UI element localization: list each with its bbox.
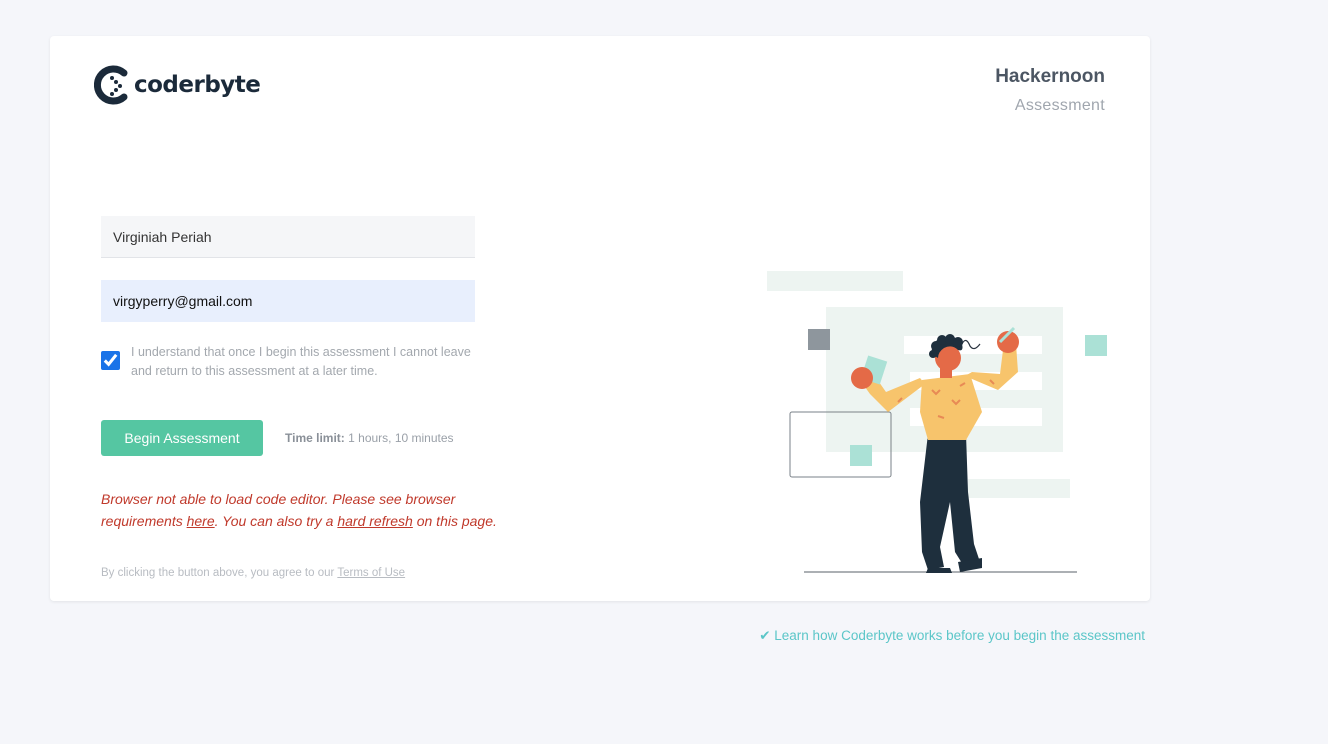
terms-prefix: By clicking the button above, you agree … xyxy=(101,567,338,579)
company-name: Hackernoon xyxy=(995,66,1105,87)
time-limit: Time limit: 1 hours, 10 minutes xyxy=(285,431,454,445)
logo-text: coderbyte xyxy=(134,72,261,98)
terms-notice: By clicking the button above, you agree … xyxy=(101,567,405,579)
coderbyte-logo-icon xyxy=(94,65,128,105)
time-limit-value: 1 hours, 10 minutes xyxy=(348,431,454,445)
company-header: Hackernoon Assessment xyxy=(995,66,1105,115)
email-field[interactable] xyxy=(101,280,475,322)
hard-refresh-link[interactable]: hard refresh xyxy=(337,513,412,529)
coderbyte-logo: coderbyte xyxy=(94,64,261,106)
error-text-3: on this page. xyxy=(412,513,497,529)
assessment-card: coderbyte Hackernoon Assessment I unders… xyxy=(50,36,1150,601)
terms-of-use-link[interactable]: Terms of Use xyxy=(337,567,405,579)
person-writing-illustration xyxy=(767,271,1107,573)
learn-how-coderbyte-works-link[interactable]: ✔ Learn how Coderbyte works before you b… xyxy=(759,628,1145,644)
agree-row: I understand that once I begin this asse… xyxy=(101,343,471,381)
agree-label[interactable]: I understand that once I begin this asse… xyxy=(131,343,471,381)
begin-assessment-button[interactable]: Begin Assessment xyxy=(101,420,263,456)
error-text-2: . You can also try a xyxy=(214,513,338,529)
company-subtitle: Assessment xyxy=(1014,97,1105,114)
browser-requirements-link[interactable]: here xyxy=(187,513,215,529)
name-field[interactable] xyxy=(101,216,475,258)
editor-error-message: Browser not able to load code editor. Pl… xyxy=(101,488,521,532)
time-limit-label: Time limit: xyxy=(285,431,345,445)
agree-checkbox[interactable] xyxy=(101,351,120,370)
